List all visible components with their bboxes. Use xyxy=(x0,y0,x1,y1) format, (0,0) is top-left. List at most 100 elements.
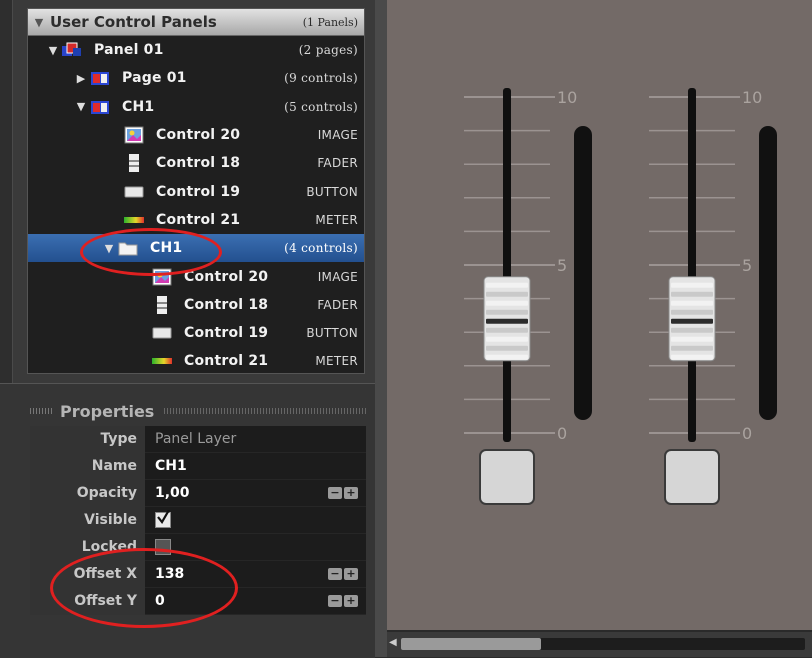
tree-row-label: Control 21 xyxy=(156,211,241,228)
offset-y-field[interactable]: 0 − + xyxy=(145,588,366,615)
tree-row-label: CH1 xyxy=(150,240,183,257)
horizontal-scrollbar[interactable]: ◀ xyxy=(387,632,812,657)
tree-row[interactable]: Control 18 FADER xyxy=(28,149,364,177)
visible-checkbox[interactable] xyxy=(155,510,171,528)
property-label: Offset Y xyxy=(30,588,145,615)
tree-row-meta: FADER xyxy=(317,156,358,171)
increment-button[interactable]: + xyxy=(344,487,358,499)
properties-title-bar[interactable]: Properties xyxy=(30,400,366,422)
expand-arrow-icon[interactable]: ▶ xyxy=(74,72,88,85)
property-label: Offset X xyxy=(30,561,145,588)
property-row-offset-y: Offset Y 0 − + xyxy=(30,588,366,615)
property-label: Visible xyxy=(30,507,145,534)
tree-row[interactable]: Control 20 IMAGE xyxy=(28,121,364,149)
tree-row[interactable]: ▼ Panel 01 (2 pages) xyxy=(28,36,364,64)
tree-row[interactable]: Control 21 METER xyxy=(28,206,364,234)
scale-label: 0 xyxy=(557,424,567,443)
meter-bar xyxy=(574,126,592,420)
collapse-arrow-icon[interactable]: ▼ xyxy=(46,44,60,57)
tree-row-meta: IMAGE xyxy=(317,269,358,284)
meter-icon xyxy=(150,357,174,365)
grip-icon xyxy=(164,408,366,414)
tree-row-meta: METER xyxy=(315,354,358,369)
page-icon xyxy=(88,70,112,86)
increment-button[interactable]: + xyxy=(344,595,358,607)
decrement-button[interactable]: − xyxy=(328,568,342,580)
property-row-visible: Visible xyxy=(30,507,366,534)
scale-label: 5 xyxy=(742,256,752,275)
tree-row-meta: IMAGE xyxy=(317,128,358,143)
tree-row[interactable]: Control 20 IMAGE xyxy=(28,262,364,290)
property-label: Type xyxy=(30,426,145,453)
tree-row-meta: (4 controls) xyxy=(284,241,358,256)
locked-checkbox[interactable] xyxy=(155,539,171,555)
tree-row-label: Control 21 xyxy=(184,353,269,370)
panel-canvas[interactable]: 10 5 0 10 5 0 xyxy=(387,0,812,630)
panel-icon xyxy=(60,42,84,58)
tree-row-label: Control 19 xyxy=(156,183,241,200)
channel-button[interactable] xyxy=(664,449,720,505)
properties-table: Type Panel Layer Name CH1 Opacity 1,00 −… xyxy=(30,426,366,615)
scroll-left-icon[interactable]: ◀ xyxy=(389,637,397,648)
page-icon xyxy=(88,99,112,115)
offset-y-stepper[interactable]: − + xyxy=(328,595,358,607)
decrement-button[interactable]: − xyxy=(328,595,342,607)
scroll-thumb[interactable] xyxy=(401,638,541,650)
type-value: Panel Layer xyxy=(145,426,366,453)
collapse-arrow-icon[interactable]: ▼ xyxy=(74,100,88,113)
tree-header-title: User Control Panels xyxy=(50,13,217,31)
increment-button[interactable]: + xyxy=(344,568,358,580)
opacity-field[interactable]: 1,00 − + xyxy=(145,480,366,507)
canvas-divider[interactable] xyxy=(375,0,387,657)
property-row-name: Name CH1 xyxy=(30,453,366,480)
tree-row-label: Control 18 xyxy=(156,155,241,172)
canvas-drawing: 10 5 0 10 5 0 xyxy=(464,88,777,505)
name-field[interactable]: CH1 xyxy=(145,453,366,480)
tree-row[interactable]: Control 19 BUTTON xyxy=(28,177,364,205)
property-label: Locked xyxy=(30,534,145,561)
tree-row-meta: BUTTON xyxy=(306,326,358,341)
decrement-button[interactable]: − xyxy=(328,487,342,499)
fader-knob[interactable] xyxy=(483,276,531,362)
tree-row-label: Panel 01 xyxy=(94,42,164,59)
button-icon xyxy=(122,186,146,198)
tree-row-meta: (9 controls) xyxy=(284,71,358,86)
tree-row[interactable]: ▼ CH1 (4 controls) xyxy=(28,234,364,263)
scale-label: 0 xyxy=(742,424,752,443)
tree-row-label: Control 19 xyxy=(184,325,269,342)
properties-title: Properties xyxy=(60,401,155,421)
property-label: Opacity xyxy=(30,480,145,507)
channel-button[interactable] xyxy=(479,449,535,505)
meter-bar xyxy=(759,126,777,420)
tree-row[interactable]: ▶ Page 01 (9 controls) xyxy=(28,64,364,92)
property-row-opacity: Opacity 1,00 − + xyxy=(30,480,366,507)
tree-row-label: CH1 xyxy=(122,98,155,115)
collapse-arrow-icon[interactable]: ▼ xyxy=(28,16,50,29)
tree-header[interactable]: ▼ User Control Panels (1 Panels) xyxy=(28,9,364,36)
fader-track xyxy=(503,88,511,442)
fader-icon xyxy=(122,153,146,173)
tree-row[interactable]: Control 18 FADER xyxy=(28,291,364,319)
tree-row[interactable]: Control 19 BUTTON xyxy=(28,319,364,347)
offset-x-stepper[interactable]: − + xyxy=(328,568,358,580)
scale-label: 10 xyxy=(557,88,577,107)
control-panels-tree[interactable]: ▼ User Control Panels (1 Panels) ▼ Panel … xyxy=(27,8,365,374)
tree-row[interactable]: ▼ CH1 (5 controls) xyxy=(28,93,364,121)
fader-icon xyxy=(150,295,174,315)
fader-knob[interactable] xyxy=(668,276,716,362)
tree-row-label: Page 01 xyxy=(122,70,187,87)
folder-icon xyxy=(116,240,140,256)
tree-row-meta: BUTTON xyxy=(306,184,358,199)
button-icon xyxy=(150,327,174,339)
scale-label: 5 xyxy=(557,256,567,275)
tree-row[interactable]: Control 21 METER xyxy=(28,347,364,373)
tree-row-label: Control 20 xyxy=(156,127,241,144)
opacity-stepper[interactable]: − + xyxy=(328,487,358,499)
property-row-locked: Locked xyxy=(30,534,366,561)
tree-row-meta: FADER xyxy=(317,297,358,312)
offset-x-field[interactable]: 138 − + xyxy=(145,561,366,588)
collapse-arrow-icon[interactable]: ▼ xyxy=(102,242,116,255)
tree-row-meta: (5 controls) xyxy=(284,99,358,114)
grip-icon xyxy=(30,408,54,414)
tree-rows: ▼ Panel 01 (2 pages) ▶ Page 01 (9 controls) ▼ C… xyxy=(28,36,364,373)
